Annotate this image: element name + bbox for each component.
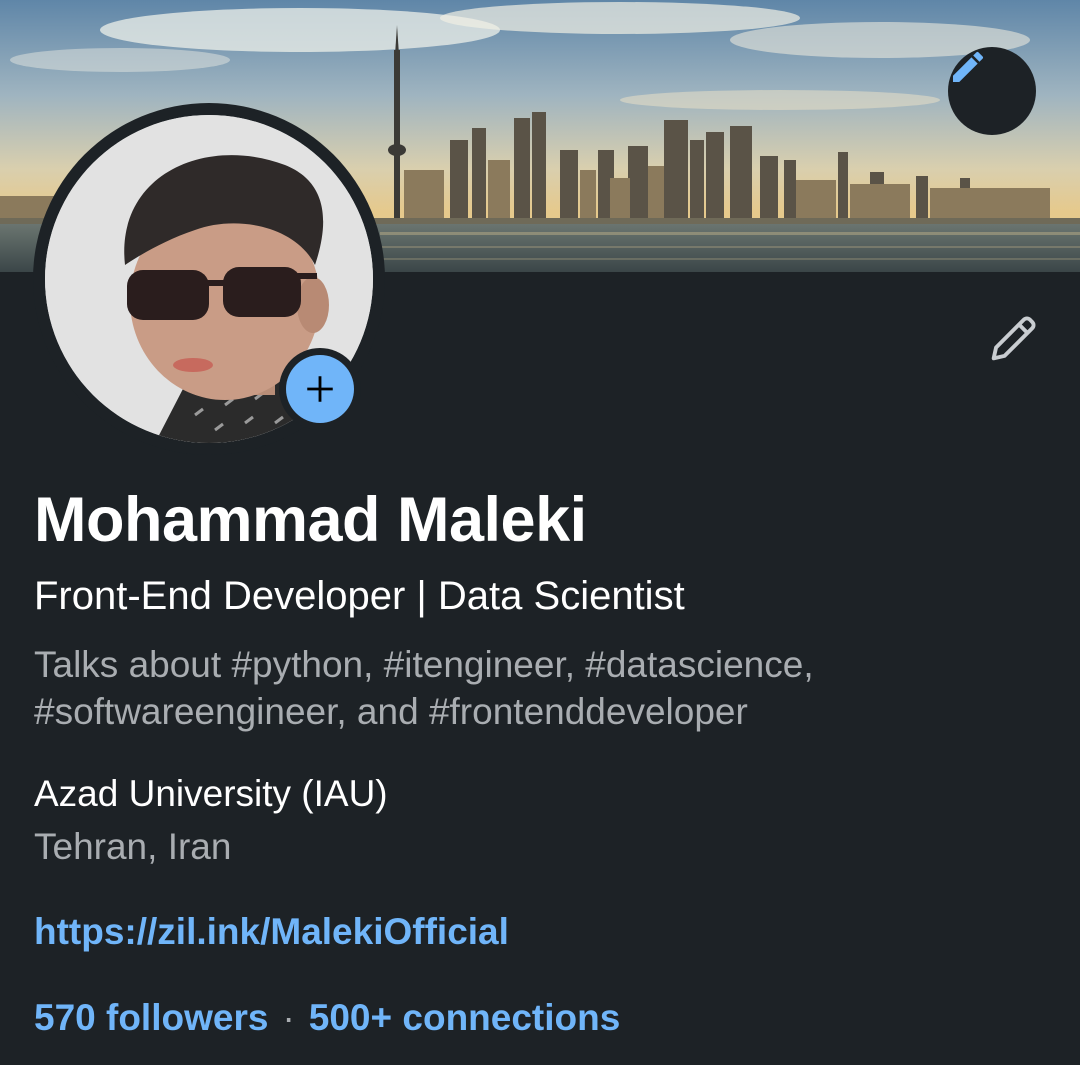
stats-separator: · (282, 997, 295, 1038)
edit-intro-button[interactable] (980, 306, 1046, 372)
website-link[interactable]: https://zil.ink/MalekiOfficial (34, 911, 509, 953)
pencil-icon (953, 51, 984, 82)
plus-icon (307, 376, 333, 402)
followers-link[interactable]: 570 followers (34, 997, 268, 1039)
education[interactable]: Azad University (IAU) (34, 773, 388, 815)
edit-cover-button[interactable] (948, 47, 1036, 135)
network-stats: 570 followers · 500+ connections (34, 997, 620, 1039)
connections-link[interactable]: 500+ connections (309, 997, 621, 1039)
add-photo-circle (286, 355, 354, 423)
profile-headline: Front-End Developer | Data Scientist (34, 574, 685, 618)
add-photo-button[interactable] (279, 348, 361, 430)
pencil-outline-icon (991, 316, 1036, 361)
talks-about: Talks about #python, #itengineer, #datas… (34, 644, 814, 732)
profile-page: Mohammad Maleki Front-End Developer | Da… (0, 0, 1080, 1065)
profile-name: Mohammad Maleki (34, 485, 587, 555)
location: Tehran, Iran (34, 826, 232, 867)
